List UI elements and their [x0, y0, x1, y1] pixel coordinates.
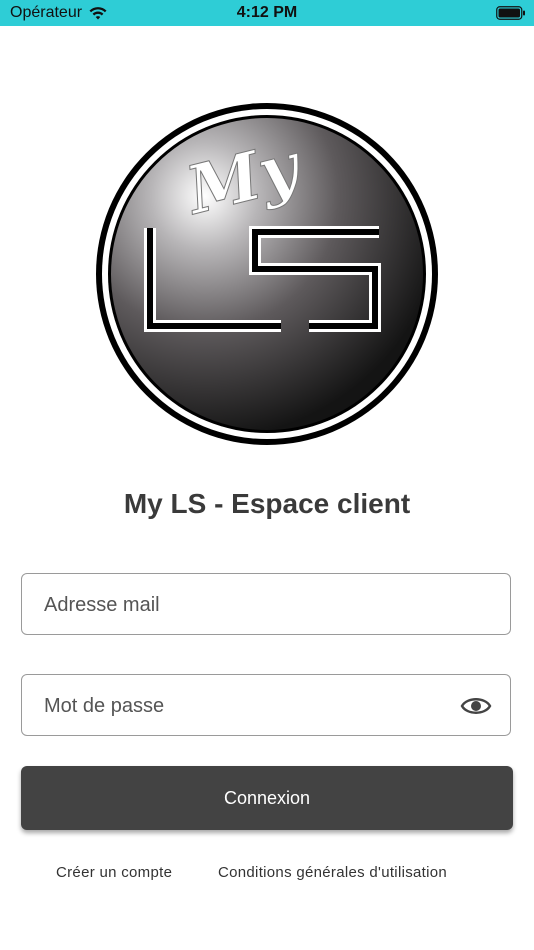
email-field[interactable] [21, 573, 511, 636]
create-account-link[interactable]: Créer un compte [56, 864, 172, 881]
status-time: 4:12 PM [236, 4, 298, 21]
battery-icon [496, 6, 525, 20]
app-logo: My [96, 103, 438, 445]
email-input[interactable] [42, 574, 466, 636]
terms-link[interactable]: Conditions générales d'utilisation [218, 864, 447, 881]
page-title: My LS - Espace client [123, 488, 411, 519]
status-bar: Opérateur 4:12 PM [0, 0, 534, 26]
eye-icon[interactable] [460, 694, 492, 718]
login-button[interactable]: Connexion [21, 766, 513, 830]
password-field[interactable] [21, 674, 511, 737]
password-input[interactable] [42, 675, 466, 737]
